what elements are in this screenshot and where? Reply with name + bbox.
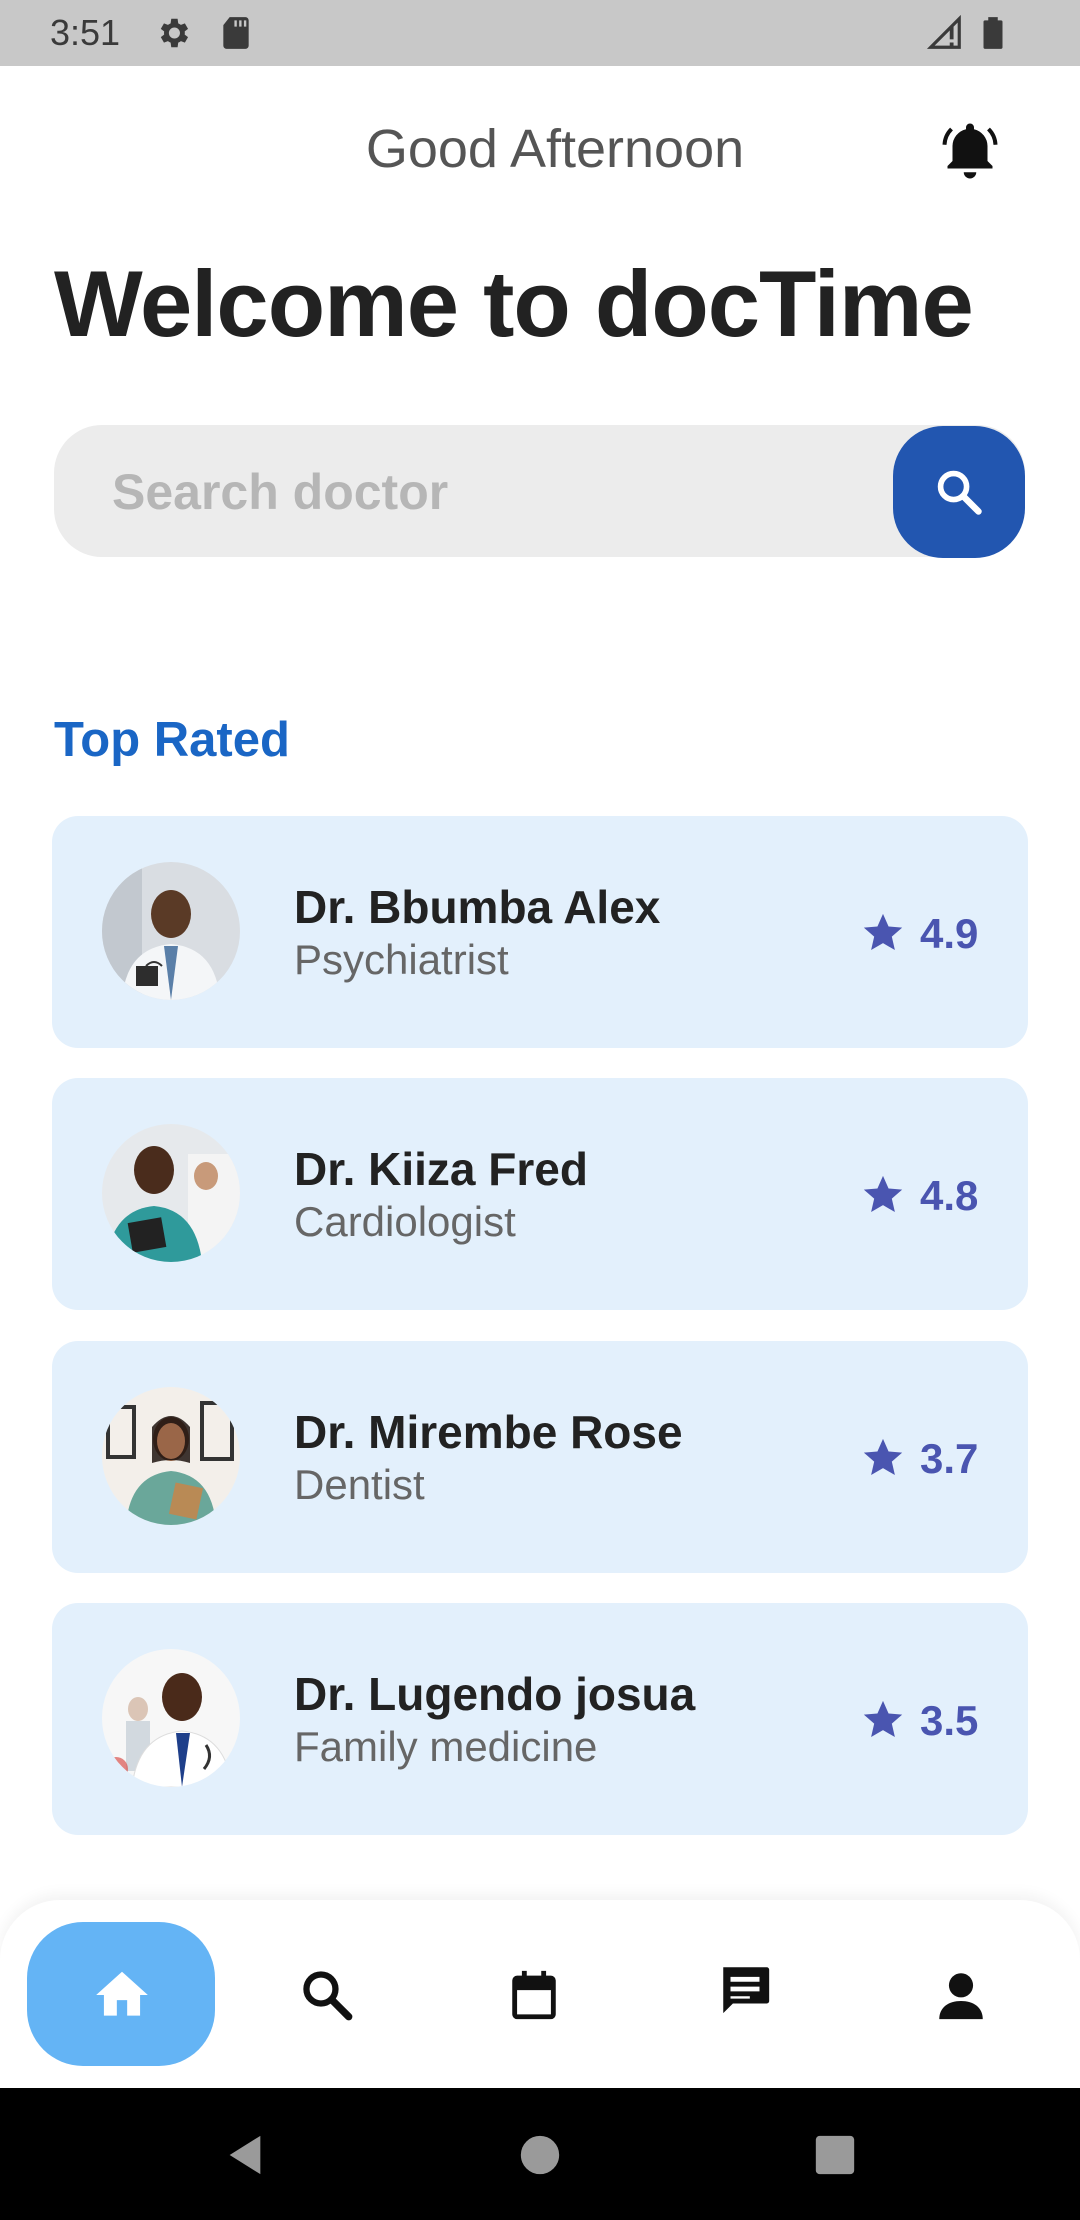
recents-icon[interactable]	[812, 2132, 858, 2178]
nav-chat[interactable]	[716, 1922, 774, 2066]
nav-calendar[interactable]	[505, 1922, 563, 2066]
doctor-name: Dr. Mirembe Rose	[294, 1406, 683, 1458]
nav-profile[interactable]	[932, 1922, 990, 2066]
battery-icon	[974, 14, 1012, 52]
profile-icon	[939, 1973, 983, 2020]
home-circle-icon[interactable]	[517, 2132, 563, 2178]
doctor-specialty: Psychiatrist	[294, 936, 509, 983]
page-title: Welcome to docTime	[54, 251, 974, 356]
doctor-specialty: Cardiologist	[294, 1198, 516, 1245]
star-icon	[860, 1172, 906, 1218]
doctor-card[interactable]: Dr. Kiiza Fred Cardiologist 4.8	[52, 1078, 1028, 1310]
doctor-specialty: Family medicine	[294, 1723, 598, 1770]
nav-search[interactable]	[298, 1922, 356, 2066]
doctor-card[interactable]: Dr. Bbumba Alex Psychiatrist 4.9	[52, 816, 1028, 1048]
section-title-top-rated: Top Rated	[54, 713, 290, 767]
system-nav-bar	[0, 2088, 1080, 2220]
doctor-rating: 3.5	[920, 1697, 979, 1744]
star-icon	[860, 910, 906, 956]
calendar-icon	[512, 1970, 556, 2020]
star-icon	[860, 1697, 906, 1743]
search-input[interactable]	[110, 425, 914, 559]
bell-icon[interactable]	[940, 118, 1000, 184]
search-bar	[54, 425, 1025, 559]
signal-icon	[926, 14, 964, 52]
doctor-name: Dr. Lugendo josua	[294, 1668, 696, 1720]
home-icon	[96, 1971, 148, 2016]
doctor-rating: 4.8	[920, 1172, 979, 1219]
greeting-text: Good Afternoon	[365, 119, 745, 179]
doctor-avatar	[102, 862, 240, 1000]
chat-icon	[723, 1967, 770, 2014]
search-button[interactable]	[893, 426, 1025, 558]
doctor-card[interactable]: Dr. Lugendo josua Family medicine 3.5	[52, 1603, 1028, 1835]
search-icon	[303, 1971, 353, 2021]
doctor-avatar	[102, 1387, 240, 1525]
doctor-avatar	[102, 1124, 240, 1262]
doctor-rating: 4.9	[920, 910, 979, 957]
doctor-avatar	[102, 1649, 240, 1787]
doctor-name: Dr. Kiiza Fred	[294, 1143, 588, 1195]
status-bar: 3:51	[0, 0, 1080, 66]
bottom-nav	[0, 1900, 1080, 2088]
doctor-name: Dr. Bbumba Alex	[294, 881, 661, 933]
back-icon[interactable]	[222, 2132, 268, 2178]
nav-home[interactable]	[27, 1922, 215, 2066]
star-icon	[860, 1435, 906, 1481]
doctor-card[interactable]: Dr. Mirembe Rose Dentist 3.7	[52, 1341, 1028, 1573]
search-icon	[937, 470, 982, 515]
settings-icon	[154, 14, 192, 52]
status-time: 3:51	[50, 12, 121, 53]
doctor-specialty: Dentist	[294, 1461, 425, 1508]
doctor-rating: 3.7	[920, 1435, 979, 1482]
sd-card-icon	[217, 14, 255, 52]
